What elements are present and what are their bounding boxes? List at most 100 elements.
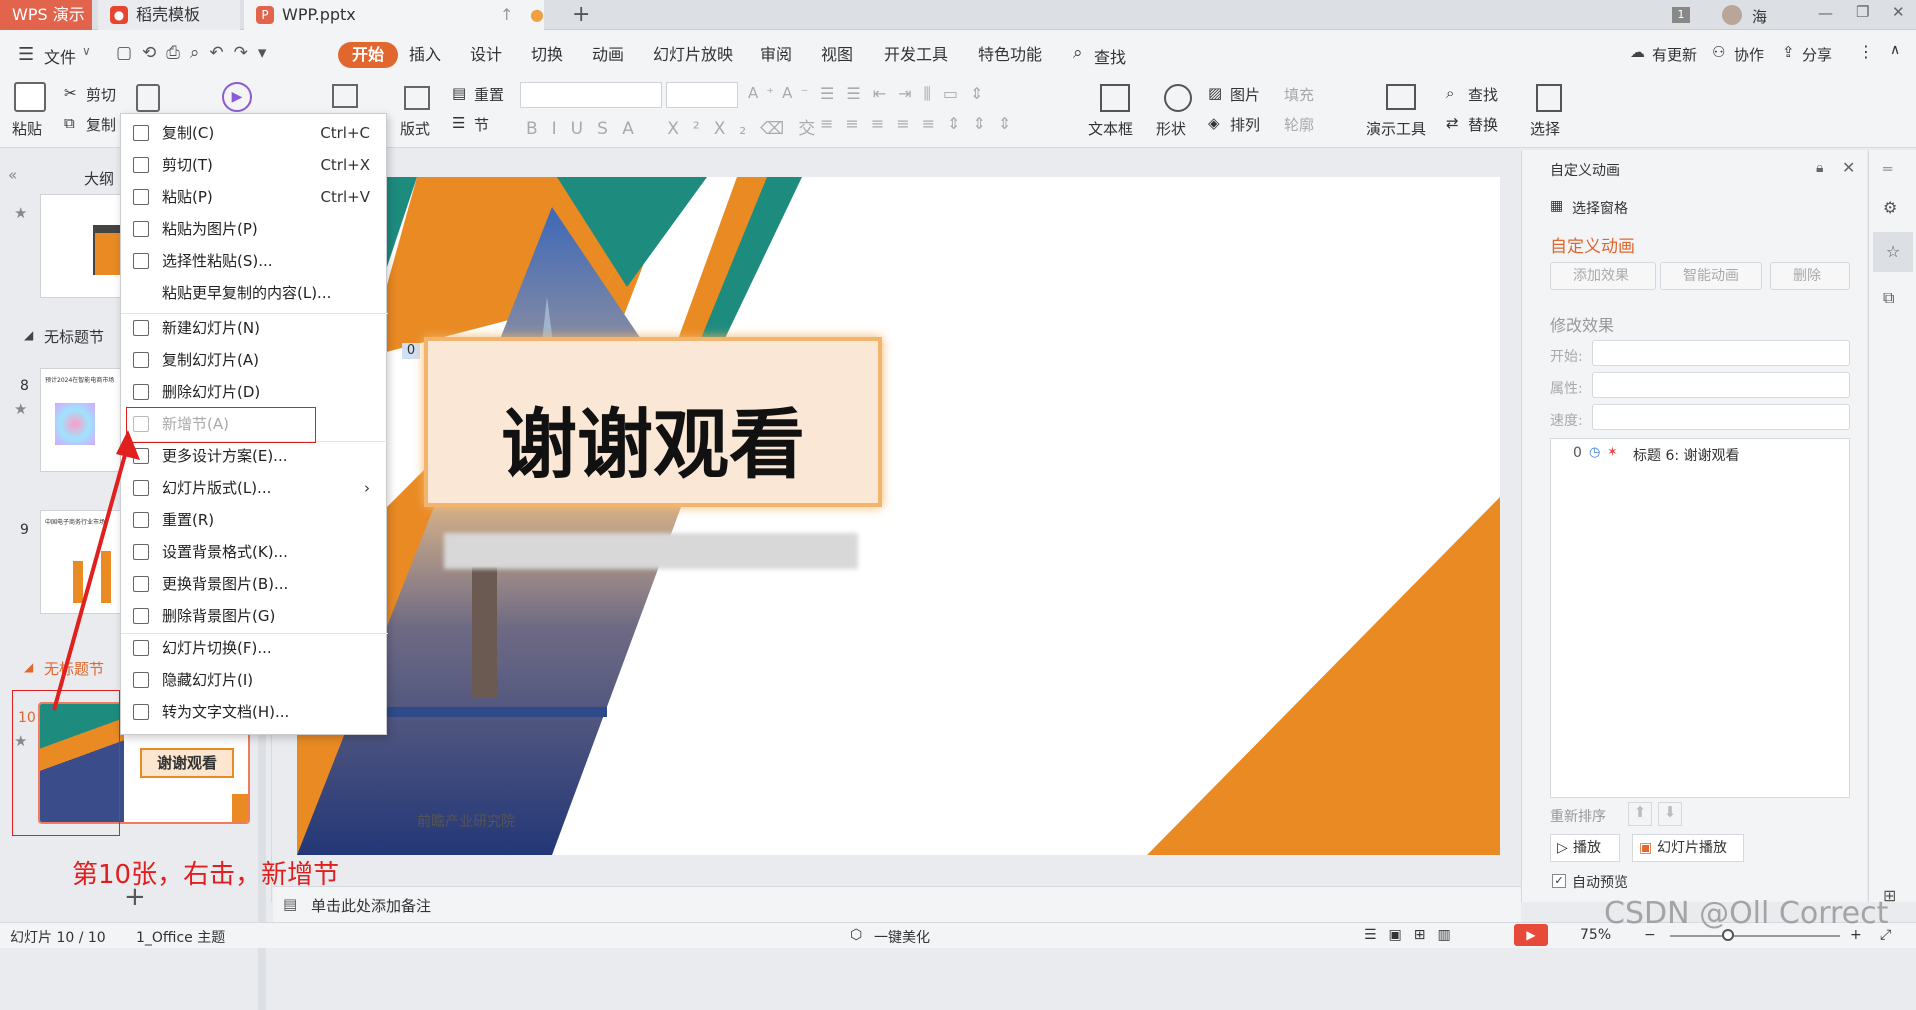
collapse-panel-icon[interactable]: «: [8, 166, 17, 184]
context-menu-item[interactable]: 更换背景图片(B)...: [121, 569, 388, 599]
paste-icon[interactable]: [14, 82, 46, 112]
move-down-icon[interactable]: ⬇: [1658, 802, 1682, 826]
sidebar-handle-icon[interactable]: ═: [1883, 160, 1892, 178]
context-menu-item[interactable]: 粘贴(P) Ctrl+V: [121, 182, 388, 212]
context-menu-item[interactable]: 新建幻灯片(N): [121, 313, 388, 343]
new-tab-icon[interactable]: +: [572, 2, 590, 27]
add-effect-button[interactable]: 添加效果: [1550, 262, 1656, 290]
share-button[interactable]: 分享: [1802, 44, 1832, 65]
picture-button[interactable]: 图片: [1230, 84, 1260, 105]
select-pane-link[interactable]: 选择窗格: [1572, 198, 1628, 218]
restore-icon[interactable]: ❐: [1856, 3, 1869, 21]
section-title-1[interactable]: 无标题节: [44, 326, 104, 347]
select-icon[interactable]: [1536, 84, 1562, 112]
new-slide-icon[interactable]: [332, 84, 358, 108]
section-collapse-icon[interactable]: ◢: [24, 328, 33, 342]
smart-anim-button[interactable]: 智能动画: [1660, 262, 1762, 290]
copy-button[interactable]: 复制: [86, 114, 116, 135]
minimize-icon[interactable]: —: [1818, 4, 1833, 22]
section-collapse-icon[interactable]: ◢: [24, 660, 33, 674]
textbox-icon[interactable]: [1100, 84, 1130, 112]
start-select[interactable]: [1592, 340, 1850, 366]
present-tools-icon[interactable]: [1386, 84, 1416, 110]
layout-icon[interactable]: [404, 86, 430, 110]
menu-start[interactable]: 开始: [338, 42, 399, 68]
speed-select[interactable]: [1592, 404, 1850, 430]
font-style-icons[interactable]: BIUSA X²X₂⌫交: [526, 114, 829, 139]
menu-design[interactable]: 设计: [462, 42, 510, 68]
font-name-combo[interactable]: [520, 82, 662, 108]
outline-button[interactable]: 轮廓: [1284, 114, 1314, 135]
context-menu-item[interactable]: 转为文字文档(H)...: [121, 697, 388, 727]
pane-header[interactable]: 自定义动画: [1550, 160, 1620, 180]
menu-transition[interactable]: 切换: [523, 42, 571, 68]
search-icon[interactable]: ⌕: [1073, 43, 1083, 63]
find-button[interactable]: 查找: [1468, 84, 1498, 105]
hamburger-icon[interactable]: ☰: [18, 44, 34, 65]
context-menu-item[interactable]: 删除幻灯片(D): [121, 377, 388, 407]
close-window-icon[interactable]: ✕: [1892, 3, 1905, 21]
context-menu-item[interactable]: 幻灯片切换(F)...: [121, 633, 388, 663]
upload-icon[interactable]: ↑: [500, 0, 513, 30]
slide-thumb-7[interactable]: [40, 194, 122, 298]
collab-button[interactable]: 协作: [1734, 44, 1764, 65]
layout-button[interactable]: 版式: [400, 118, 430, 139]
paragraph-icons-top[interactable]: ☰☰⇤⇥⫼▭⇕: [820, 84, 995, 104]
view-mode-icons[interactable]: ☰▣⊞▥: [1364, 927, 1463, 943]
shape-icon[interactable]: [1164, 84, 1192, 112]
menu-insert[interactable]: 插入: [401, 42, 449, 68]
context-menu-item[interactable]: 复制幻灯片(A): [121, 345, 388, 375]
chevron-down-icon[interactable]: ∨: [82, 44, 91, 58]
notes-placeholder[interactable]: 单击此处添加备注: [311, 895, 431, 916]
zoom-slider[interactable]: [1670, 935, 1840, 937]
tab-document[interactable]: P WPP.pptx ↑ ●: [244, 0, 544, 30]
cut-button[interactable]: 剪切: [86, 84, 116, 105]
context-menu-item[interactable]: 隐藏幻灯片(I): [121, 665, 388, 695]
delete-button[interactable]: 删除: [1770, 262, 1850, 290]
app-tab[interactable]: WPS 演示: [0, 0, 92, 30]
property-select[interactable]: [1592, 372, 1850, 398]
font-size-icons[interactable]: A⁺A⁻: [748, 84, 816, 102]
menu-developer[interactable]: 开发工具: [876, 42, 956, 68]
transition-icon[interactable]: ⧉: [1883, 288, 1894, 308]
slideshow-button[interactable]: ▣ 幻灯片播放: [1632, 834, 1744, 862]
subtitle-placeholder[interactable]: [444, 533, 858, 569]
select-button[interactable]: 选择: [1530, 118, 1560, 139]
play-icon[interactable]: ▶: [222, 82, 252, 112]
context-menu-item[interactable]: 更多设计方案(E)...: [121, 441, 388, 471]
paragraph-icons-bottom[interactable]: ≡≡≡≡≡⇕⇕⇕: [820, 114, 1023, 133]
replace-button[interactable]: 替换: [1468, 114, 1498, 135]
format-painter-icon[interactable]: [136, 84, 160, 112]
context-menu-item[interactable]: 设置背景格式(K)...: [121, 537, 388, 567]
theme-name[interactable]: 1_Office 主题: [136, 927, 225, 947]
title-box[interactable]: 谢谢观看: [424, 337, 882, 507]
avatar[interactable]: [1722, 5, 1742, 25]
font-size-combo[interactable]: [666, 82, 738, 108]
section-button[interactable]: 节: [474, 114, 489, 135]
auto-preview-checkbox[interactable]: ✓: [1552, 874, 1566, 888]
play-button[interactable]: ▷ 播放: [1550, 834, 1620, 862]
quick-access-icons[interactable]: ▢⟲⎙⌕↶↷▾: [116, 43, 276, 63]
fill-button[interactable]: 填充: [1284, 84, 1314, 105]
lock-icon[interactable]: 🔒︎: [1816, 160, 1823, 176]
shape-button[interactable]: 形状: [1156, 118, 1186, 139]
play-slideshow-icon[interactable]: ▶: [1514, 924, 1548, 946]
menu-review[interactable]: 审阅: [752, 42, 800, 68]
animation-list[interactable]: 0 ◷ ✶ 标题 6: 谢谢观看: [1550, 438, 1850, 798]
beautify-button[interactable]: 一键美化: [874, 927, 930, 947]
context-menu-item[interactable]: 幻灯片版式(L)... ›: [121, 473, 388, 503]
present-tools-button[interactable]: 演示工具: [1366, 118, 1426, 139]
settings-icon[interactable]: ⚙: [1883, 198, 1897, 217]
slide-canvas[interactable]: 0 谢谢观看 前瞻产业研究院: [297, 177, 1500, 855]
context-menu-item[interactable]: 粘贴更早复制的内容(L)...: [121, 278, 388, 308]
animation-star-icon[interactable]: ☆: [1873, 232, 1913, 272]
menu-special[interactable]: 特色功能: [970, 42, 1050, 68]
context-menu-item[interactable]: 粘贴为图片(P): [121, 214, 388, 244]
more-icon[interactable]: ⋮: [1858, 42, 1874, 61]
outline-tab[interactable]: 大纲: [84, 168, 114, 189]
menu-view[interactable]: 视图: [813, 42, 861, 68]
textbox-button[interactable]: 文本框: [1088, 118, 1133, 139]
context-menu-item[interactable]: 选择性粘贴(S)...: [121, 246, 388, 276]
reset-button[interactable]: 重置: [474, 84, 504, 105]
menu-search[interactable]: 查找: [1094, 44, 1126, 68]
